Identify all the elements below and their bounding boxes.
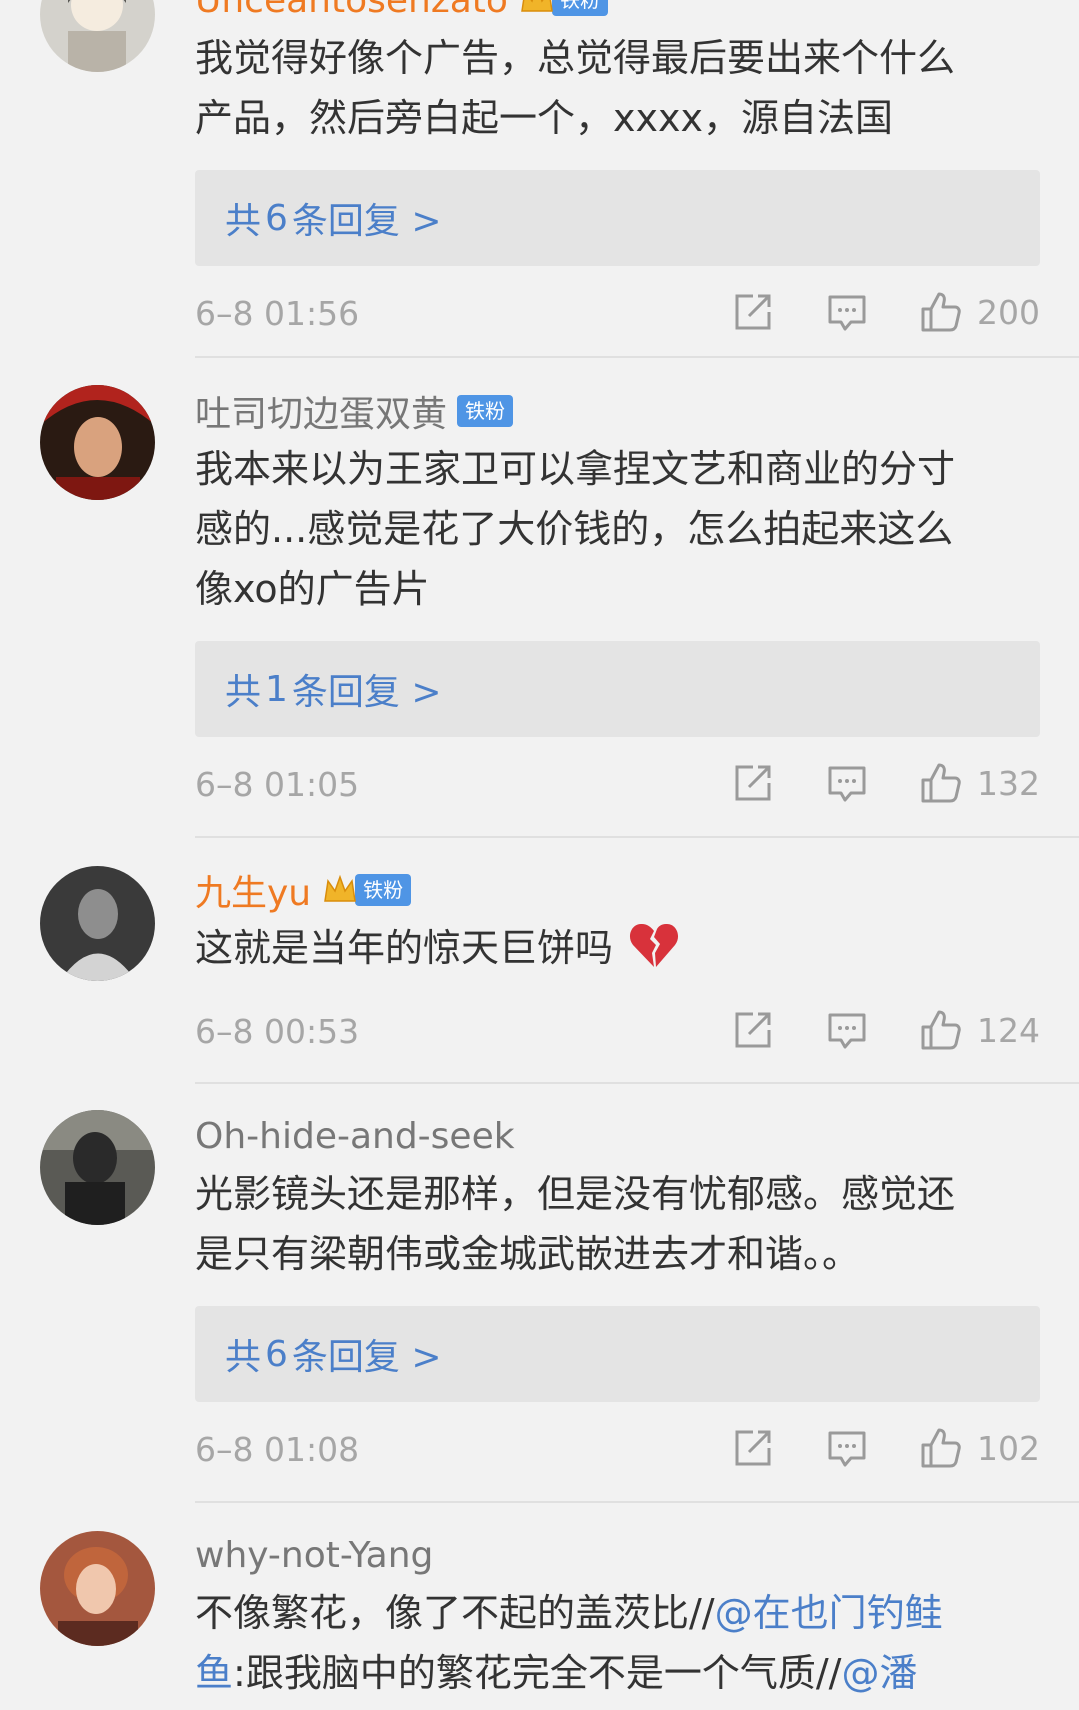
fan-badge[interactable]: 铁粉	[457, 395, 514, 427]
username-text[interactable]: why-not-Yang	[195, 1535, 433, 1576]
comment-actions: 124	[731, 1004, 1040, 1056]
comment-text: 光影镜头还是那样，但是没有忧郁感。感觉还 是只有梁朝伟或金城武嵌进去才和谐。。	[195, 1172, 956, 1276]
comment-icon[interactable]	[825, 761, 869, 805]
comment-timestamp: 6–8 01:56	[195, 294, 360, 333]
comment-username[interactable]: 吐司切边蛋双黄 铁粉	[195, 383, 1040, 439]
comment-actions: 102	[731, 1422, 1040, 1474]
divider	[195, 836, 1079, 838]
fan-badge[interactable]: 铁粉	[321, 871, 412, 909]
mention-link[interactable]: @潘	[841, 1651, 917, 1695]
comment-username[interactable]: 九生yu 铁粉	[195, 862, 1040, 918]
view-replies-button[interactable]: 共 6 条回复 >	[195, 1306, 1040, 1402]
comment-footer: 6–8 01:56 200	[195, 266, 1040, 362]
comment-icon[interactable]	[825, 290, 869, 334]
avatar[interactable]	[40, 866, 155, 981]
comment-icon[interactable]	[825, 1008, 869, 1052]
comment-footer: 6–8 01:05 132	[195, 737, 1040, 833]
comment-username[interactable]: why-not-Yang	[195, 1527, 1040, 1583]
comment-text: 我觉得好像个广告，总觉得最后要出来个什么 产品，然后旁白起一个，xxxx，源自法…	[195, 36, 956, 140]
comment-timestamp: 6–8 00:53	[195, 1012, 360, 1051]
username-text[interactable]: 九生yu	[195, 864, 311, 916]
username-text[interactable]: Unceantosenzato	[195, 0, 508, 21]
share-icon[interactable]	[731, 1426, 775, 1470]
avatar[interactable]	[40, 0, 155, 72]
share-icon[interactable]	[731, 290, 775, 334]
username-text[interactable]: Oh-hide-and-seek	[195, 1116, 515, 1157]
comment-footer: 6–8 01:08 102	[195, 1402, 1040, 1498]
like-count[interactable]: 124	[977, 1011, 1040, 1050]
comment-text: 我本来以为王家卫可以拿捏文艺和商业的分寸 感的...感觉是花了大价钱的，怎么拍起…	[195, 447, 956, 611]
mention-link[interactable]: 鱼	[195, 1651, 233, 1695]
mention-link[interactable]: @在也门钓鲑	[715, 1591, 943, 1635]
username-text[interactable]: 吐司切边蛋双黄	[195, 385, 447, 437]
like-count[interactable]: 200	[977, 293, 1040, 332]
comment-timestamp: 6–8 01:05	[195, 765, 360, 804]
comment-feed[interactable]: Unceantosenzato 铁粉 我觉得好像个广告，总觉得最后要出来个什么 …	[0, 0, 1079, 1710]
comment-text: 这就是当年的惊天巨饼吗	[195, 918, 1040, 978]
broken-heart-emoji	[630, 923, 679, 967]
view-replies-button[interactable]: 共 1 条回复 >	[195, 641, 1040, 737]
divider	[195, 1501, 1079, 1503]
comment-text: 不像繁花，像了不起的盖茨比//@在也门钓鲑 鱼:跟我脑中的繁花完全不是一个气质/…	[195, 1591, 943, 1695]
comment-username[interactable]: Oh-hide-and-seek	[195, 1108, 1040, 1164]
thumbs-up-icon[interactable]	[919, 1426, 963, 1470]
comment-actions: 132	[731, 757, 1040, 809]
share-icon[interactable]	[731, 761, 775, 805]
thumbs-up-icon[interactable]	[919, 761, 963, 805]
view-replies-button[interactable]: 共 6 条回复 >	[195, 170, 1040, 266]
fan-badge[interactable]: 铁粉	[518, 0, 608, 19]
avatar[interactable]	[40, 1531, 155, 1646]
crown-icon	[324, 874, 356, 902]
comment-actions: 200	[731, 286, 1040, 338]
divider	[195, 356, 1079, 358]
share-icon[interactable]	[731, 1008, 775, 1052]
thumbs-up-icon[interactable]	[919, 1008, 963, 1052]
comment-username[interactable]: Unceantosenzato 铁粉	[195, 0, 1040, 28]
comment-icon[interactable]	[825, 1426, 869, 1470]
avatar[interactable]	[40, 385, 155, 500]
comment-timestamp: 6–8 01:08	[195, 1430, 360, 1469]
like-count[interactable]: 132	[977, 764, 1040, 803]
thumbs-up-icon[interactable]	[919, 290, 963, 334]
divider	[195, 1082, 1079, 1084]
comment-footer: 6–8 00:53 124	[195, 984, 1040, 1080]
crown-icon	[521, 0, 553, 12]
avatar[interactable]	[40, 1110, 155, 1225]
like-count[interactable]: 102	[977, 1429, 1040, 1468]
